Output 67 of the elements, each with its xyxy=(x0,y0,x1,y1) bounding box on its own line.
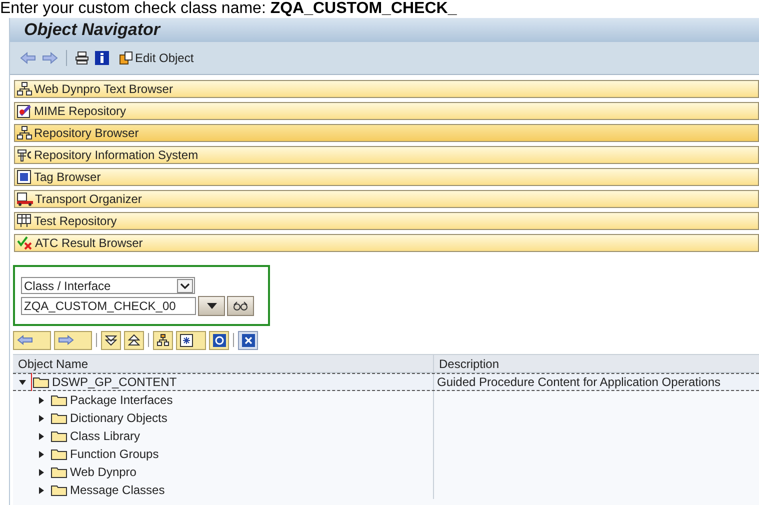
dropdown-caret-icon xyxy=(177,278,193,292)
back-icon[interactable] xyxy=(20,52,36,64)
expand-caret-icon[interactable] xyxy=(39,396,44,404)
column-header[interactable]: Description xyxy=(434,355,759,372)
edit-icon xyxy=(119,51,133,65)
tool-icon xyxy=(17,148,32,162)
navigator-bar[interactable]: Tag Browser xyxy=(14,168,759,186)
column-header[interactable]: Object Name xyxy=(13,355,434,372)
check-cross-icon xyxy=(17,236,33,250)
tree-node[interactable]: Message Classes xyxy=(51,481,165,499)
tree-node[interactable]: Dictionary Objects xyxy=(51,409,168,427)
tree-node[interactable]: Class Library xyxy=(51,427,140,445)
hierarchy-button[interactable] xyxy=(153,330,173,350)
collapse-caret-icon[interactable] xyxy=(19,380,26,384)
expand-caret-icon[interactable] xyxy=(39,414,44,422)
tree-node[interactable]: Function Groups xyxy=(51,445,159,463)
display-button[interactable] xyxy=(227,296,254,316)
folder-icon xyxy=(51,484,67,496)
navigator-bar[interactable]: Repository Information System xyxy=(14,146,759,164)
caption: Enter your custom check class name: ZQA_CUSTOM_CHECK_ xyxy=(0,0,458,18)
navigator-bar[interactable]: Transport Organizer xyxy=(14,190,759,208)
expand-caret-icon[interactable] xyxy=(39,486,44,494)
truck-icon xyxy=(17,192,33,206)
navigator-bar[interactable]: Test Repository xyxy=(14,212,759,230)
folder-icon xyxy=(51,394,67,406)
folder-icon xyxy=(51,430,67,442)
tree-node[interactable]: Web Dynpro xyxy=(51,463,136,481)
folder-icon xyxy=(33,376,49,388)
folder-icon xyxy=(51,412,67,424)
caret-icon xyxy=(206,303,216,309)
new-object-button[interactable] xyxy=(176,330,206,350)
expand-caret-icon[interactable] xyxy=(39,432,44,440)
glasses-icon xyxy=(232,301,248,311)
navigator-bar[interactable]: MIME Repository xyxy=(14,102,759,120)
back-button[interactable] xyxy=(13,330,51,350)
object-name-field[interactable]: ZQA_CUSTOM_CHECK_00 xyxy=(21,297,196,315)
collapse-button[interactable] xyxy=(124,330,144,350)
expand-button[interactable] xyxy=(101,330,121,350)
pencil-icon xyxy=(17,104,32,118)
expand-caret-icon[interactable] xyxy=(39,468,44,476)
refresh-button[interactable] xyxy=(209,330,229,350)
navigator-bar[interactable]: Repository Browser xyxy=(14,124,759,142)
test-icon xyxy=(17,214,32,228)
table-cell-text: Guided Procedure Content for Application Operations xyxy=(437,374,721,391)
left-arrow-icon xyxy=(17,335,33,345)
refresh-icon xyxy=(212,334,226,346)
expand-caret-icon[interactable] xyxy=(39,450,44,458)
asterisk-icon xyxy=(180,334,193,346)
info-icon[interactable] xyxy=(95,51,109,65)
object-type-dropdown[interactable]: Class / Interface xyxy=(21,277,195,294)
close-icon xyxy=(242,334,254,346)
tag-icon xyxy=(17,170,32,184)
tree-node[interactable]: DSWP_GP_CONTENT xyxy=(31,373,177,391)
edit-object-button[interactable]: Edit Object xyxy=(119,49,194,67)
folder-icon xyxy=(51,448,67,460)
right-arrow-icon xyxy=(58,335,74,345)
forward-icon[interactable] xyxy=(42,52,58,64)
close-button[interactable] xyxy=(238,330,258,350)
expand-icon xyxy=(105,334,117,346)
collapse-icon xyxy=(128,334,140,346)
navigator-bar[interactable]: Web Dynpro Text Browser xyxy=(14,80,759,98)
dropdown-button[interactable] xyxy=(198,296,225,316)
forward-button[interactable] xyxy=(54,330,92,350)
window-title: Object Navigator xyxy=(24,19,160,42)
tree-node[interactable]: Package Interfaces xyxy=(51,391,173,409)
navigator-bar[interactable]: ATC Result Browser xyxy=(14,234,759,252)
folder-icon xyxy=(51,466,67,478)
